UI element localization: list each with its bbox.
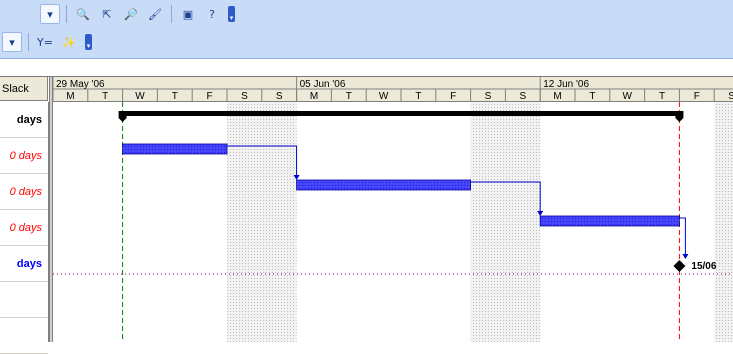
week-label: 12 Jun '06 [543, 79, 589, 90]
day-label: T [346, 91, 352, 102]
day-label: T [415, 91, 421, 102]
zoom-in-icon[interactable]: 🔍 [73, 4, 93, 24]
milestone-diamond[interactable] [673, 260, 686, 272]
dependency-link [679, 217, 686, 255]
slack-cell[interactable]: 0 days [0, 174, 48, 210]
milestone-label: 15/06 [691, 261, 716, 272]
toolbar-area: ▾ 🔍 ⇱ 🔎 🖌 ▣? ▾ ▾ Y= ✨ ▾ [0, 0, 733, 59]
day-label: W [622, 91, 632, 102]
slack-cell[interactable] [0, 282, 48, 318]
day-label: F [694, 91, 700, 102]
toolbar-options-icon[interactable]: ▾ [228, 6, 235, 22]
gantt-chart: 29 May '06 05 Jun '06 12 Jun '06M T W T F S S M T W… [53, 77, 733, 342]
toolbar-row-1: ▾ 🔍 ⇱ 🔎 🖌 ▣? ▾ [38, 1, 235, 27]
help-icon[interactable]: ? [202, 4, 222, 24]
filter-dropdown[interactable]: ▾ [2, 32, 22, 52]
slack-cell[interactable]: days [0, 102, 48, 138]
summary-end-cap [118, 111, 127, 122]
week-label: 05 Jun '06 [300, 79, 346, 90]
font-size-dropdown[interactable]: ▾ [40, 4, 60, 24]
summary-end-cap [675, 111, 684, 122]
scroll-to-task-icon[interactable]: ⇱ [97, 4, 117, 24]
slack-cell[interactable] [0, 318, 48, 354]
format-painter-icon[interactable]: 🖌 [145, 4, 165, 24]
summary-bar[interactable] [120, 111, 682, 116]
week-label: 29 May '06 [56, 79, 105, 90]
toolbar-options-icon[interactable]: ▾ [85, 34, 92, 50]
slack-column-header[interactable]: Slack [0, 77, 48, 101]
weekend-shading [261, 102, 297, 342]
toolbar-separator [28, 33, 29, 51]
day-label: T [659, 91, 665, 102]
day-label: T [589, 91, 595, 102]
day-label: F [450, 91, 456, 102]
weekend-shading [470, 102, 506, 342]
day-label: M [310, 91, 318, 102]
slack-cell[interactable]: 0 days [0, 138, 48, 174]
weekend-shading [714, 102, 733, 342]
weekend-shading [505, 102, 541, 342]
day-label: W [379, 91, 389, 102]
toolbar-separator [171, 5, 172, 23]
gantt-view: Slack days 0 days 0 days 0 days days 29 May … [0, 76, 733, 354]
task-bar[interactable] [539, 215, 680, 227]
slack-column: days 0 days 0 days 0 days days [0, 102, 49, 354]
day-label: W [135, 91, 145, 102]
task-bar[interactable] [122, 143, 228, 155]
slack-cell[interactable]: days [0, 246, 48, 282]
slack-cell[interactable]: 0 days [0, 210, 48, 246]
day-label: S [728, 91, 733, 102]
weekend-shading [227, 102, 262, 342]
day-label: F [207, 91, 213, 102]
day-label: S [519, 91, 526, 102]
day-label: M [66, 91, 74, 102]
day-label: S [276, 91, 283, 102]
task-bar[interactable] [296, 179, 472, 191]
toolbar-separator [66, 5, 67, 23]
day-label: T [172, 91, 178, 102]
dependency-arrowhead [682, 254, 689, 259]
zoom-out-icon[interactable]: 🔎 [121, 4, 141, 24]
day-label: T [102, 91, 108, 102]
day-label: S [485, 91, 492, 102]
wizard-icon[interactable]: ✨ [59, 32, 79, 52]
day-label: M [553, 91, 561, 102]
autofilter-icon[interactable]: Y= [35, 32, 55, 52]
copy-picture-icon[interactable]: ▣ [178, 4, 198, 24]
day-label: S [241, 91, 248, 102]
toolbar-row-2: ▾ Y= ✨ ▾ [0, 29, 92, 55]
